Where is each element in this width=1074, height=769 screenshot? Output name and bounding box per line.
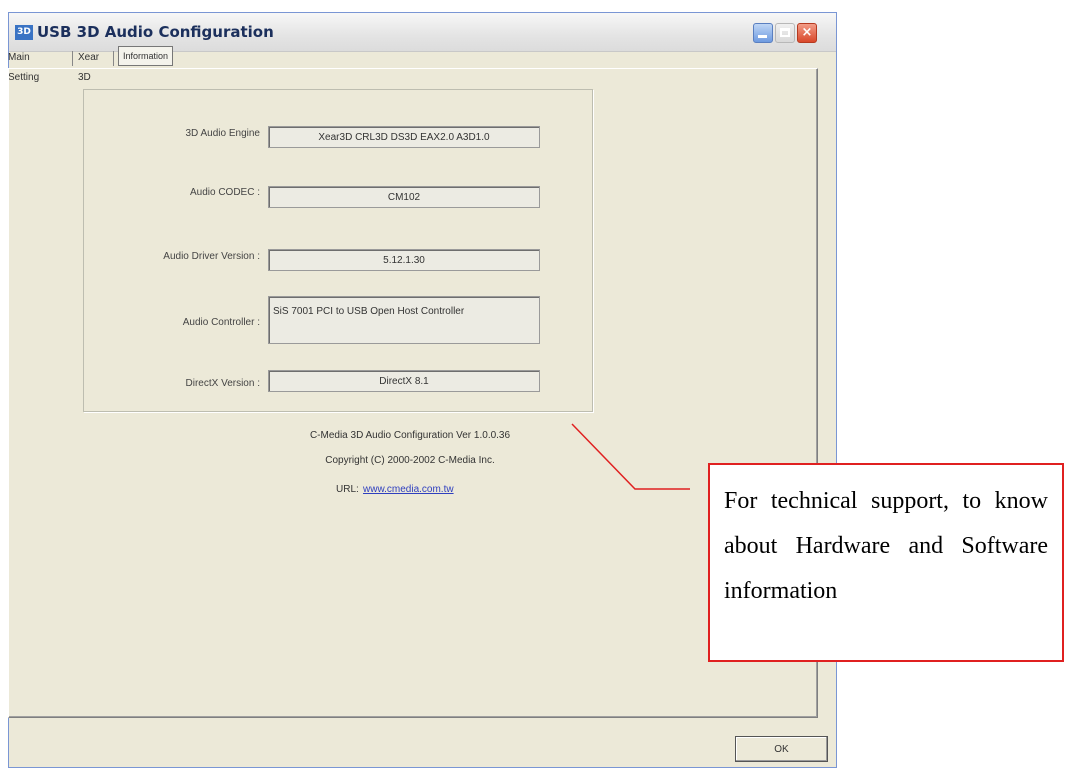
annotation-callout: For technical support, to know about Har…	[708, 463, 1064, 662]
callout-leader-line	[571, 423, 690, 490]
